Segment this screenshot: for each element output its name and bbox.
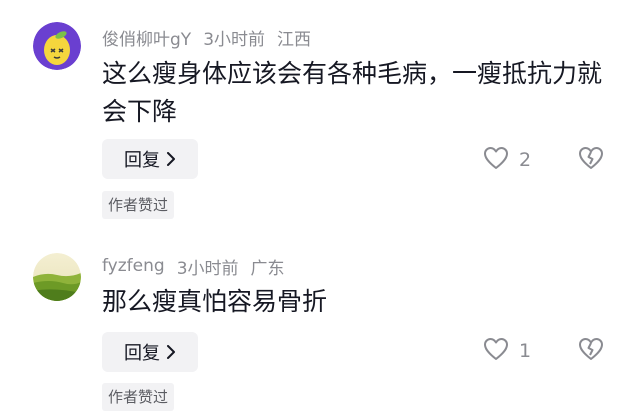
reply-button[interactable]: 回复: [102, 139, 198, 179]
heart-outline-icon: [483, 146, 509, 175]
username[interactable]: 俊俏柳叶gY: [102, 25, 191, 50]
like-button[interactable]: 1: [483, 336, 531, 366]
dislike-button[interactable]: [576, 145, 606, 175]
comment-meta: fyzfeng 3小时前 广东: [102, 253, 285, 279]
author-liked-tag: 作者赞过: [102, 383, 175, 411]
heart-outline-icon: [483, 337, 509, 366]
comment-meta: 俊俏柳叶gY 3小时前 江西: [102, 24, 311, 50]
chevron-right-icon: [166, 152, 176, 166]
avatar[interactable]: [33, 253, 81, 301]
comment-location: 江西: [277, 29, 312, 50]
comment-text: 这么瘦身体应该会有各种毛病，一瘦抵抗力就会下降: [102, 59, 603, 126]
broken-heart-icon: [578, 146, 604, 174]
reply-button[interactable]: 回复: [102, 332, 198, 372]
comment-time: 3小时前: [203, 29, 266, 50]
broken-heart-icon: [578, 337, 604, 365]
avatar[interactable]: [33, 22, 81, 70]
like-count: 1: [519, 340, 532, 362]
dislike-button[interactable]: [576, 336, 606, 366]
comment-text: 那么瘦真怕容易骨折: [102, 287, 328, 316]
landscape-avatar-icon: [33, 253, 81, 301]
author-liked-tag: 作者赞过: [102, 191, 175, 219]
like-button[interactable]: 2: [483, 145, 531, 175]
comment-time: 3小时前: [176, 258, 239, 279]
reply-label: 回复: [124, 343, 160, 364]
lemon-avatar-icon: [33, 22, 81, 70]
comment-location: 广东: [250, 258, 285, 279]
like-count: 2: [519, 149, 532, 171]
username[interactable]: fyzfeng: [102, 256, 165, 276]
chevron-right-icon: [166, 345, 176, 359]
reply-label: 回复: [124, 150, 160, 171]
